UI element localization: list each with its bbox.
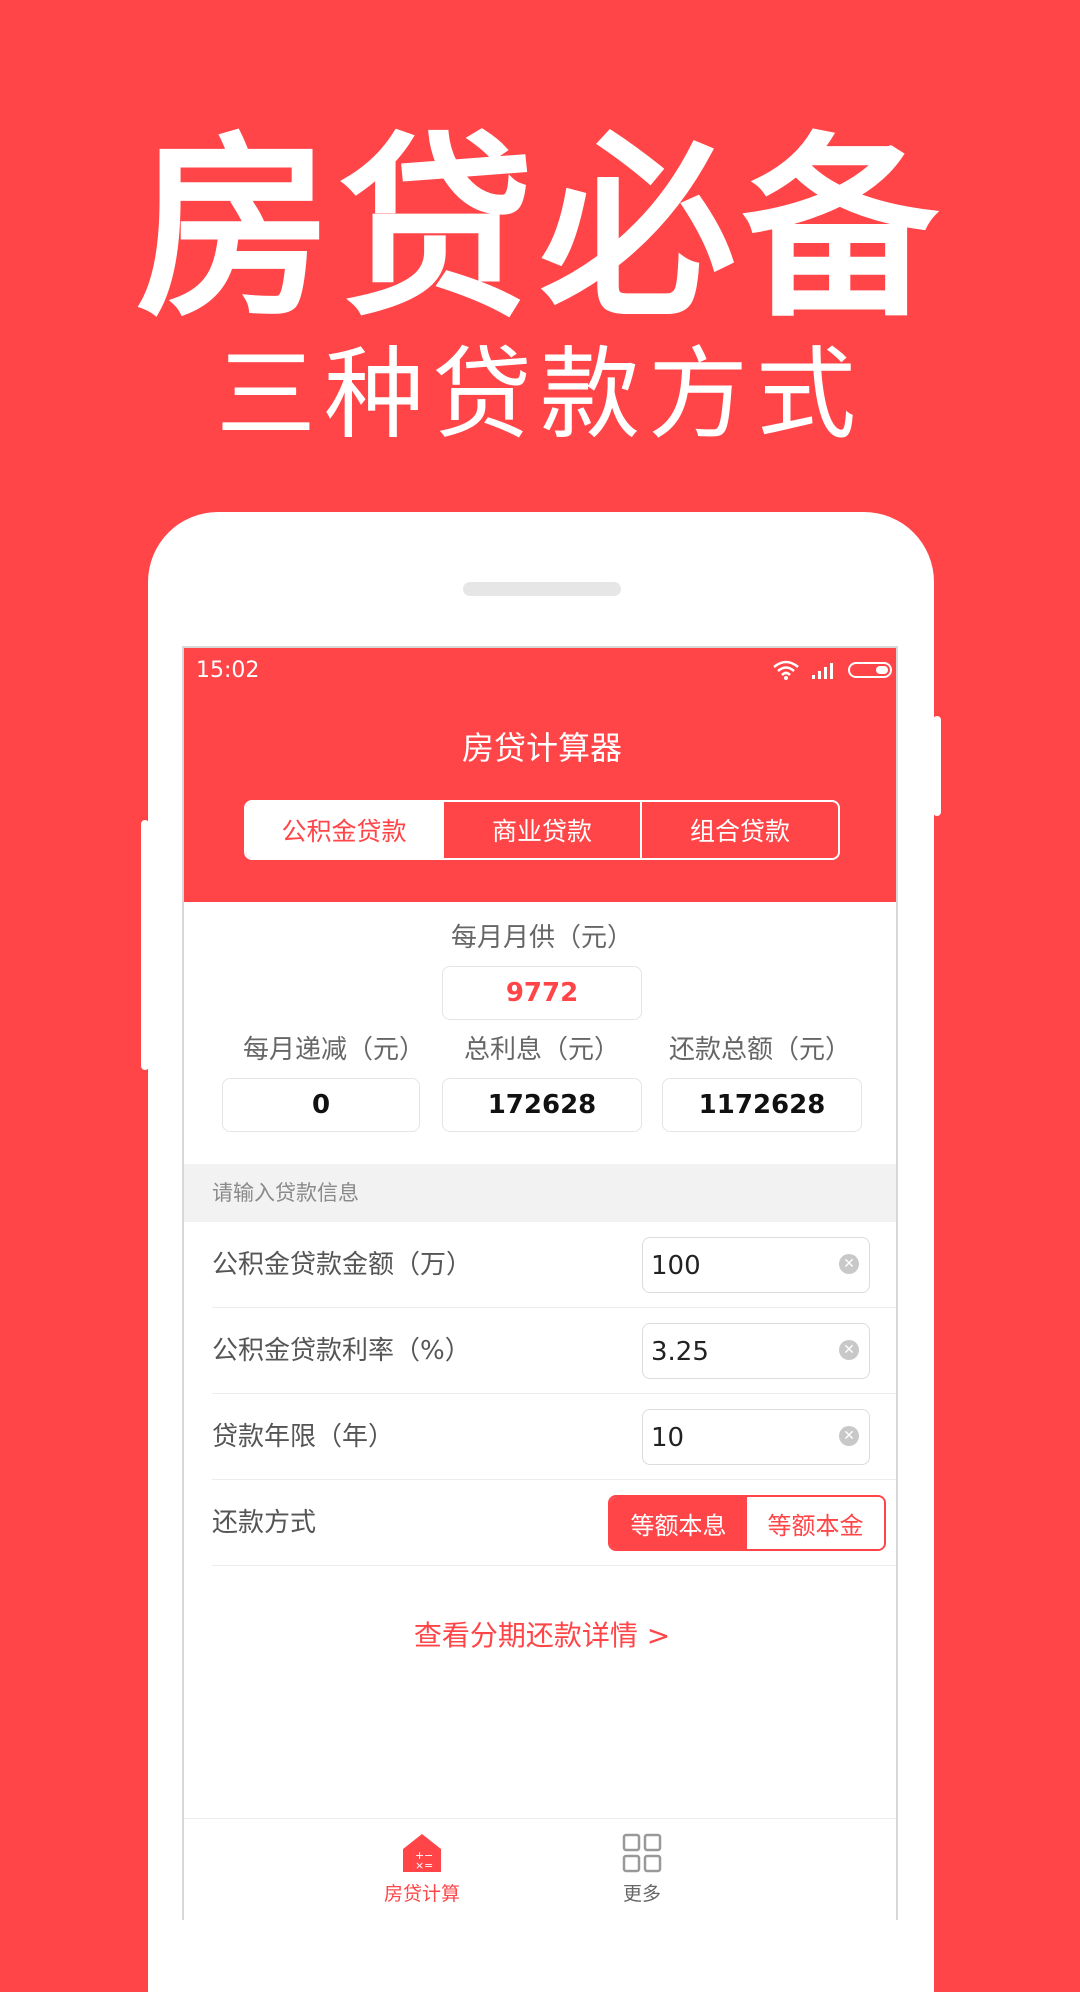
- loan-term-row: 贷款年限（年） ✕: [212, 1394, 896, 1480]
- wifi-icon: [773, 660, 799, 680]
- bottom-nav: + − × = 房贷计算 更多: [184, 1818, 896, 1920]
- tab-combined[interactable]: 组合贷款: [640, 802, 838, 858]
- app-title: 房贷计算器: [461, 729, 622, 767]
- nav-item-mortgage-calc[interactable]: + − × = 房贷计算: [322, 1831, 522, 1906]
- promo-title: 房贷必备: [135, 116, 944, 344]
- loan-info-section-header: 请输入贷款信息: [184, 1164, 896, 1222]
- method-equal-principal[interactable]: 等额本金: [747, 1497, 884, 1549]
- repayment-method-toggle: 等额本息 等额本金: [608, 1495, 886, 1551]
- battery-icon: [848, 662, 892, 678]
- status-icons: [772, 660, 892, 680]
- clear-icon[interactable]: ✕: [839, 1340, 859, 1360]
- total-interest-value: 172628: [442, 1078, 642, 1132]
- nav-label-mortgage-calc: 房贷计算: [383, 1883, 460, 1905]
- loan-rate-field: ✕: [642, 1323, 870, 1380]
- loan-term-field: ✕: [642, 1409, 870, 1466]
- tab-commercial[interactable]: 商业贷款: [442, 802, 640, 858]
- app-screen: 15:02 房贷计算器 公积金贷款 商业贷款 组合贷款 每月月供（元） 9772: [182, 646, 898, 1920]
- phone-side-button-right: [933, 716, 941, 816]
- clear-icon[interactable]: ✕: [839, 1254, 859, 1274]
- svg-text:×: ×: [415, 1859, 424, 1872]
- loan-term-input[interactable]: [643, 1410, 833, 1466]
- installment-detail-link[interactable]: 查看分期还款详情 >: [184, 1616, 896, 1656]
- nav-label-more: 更多: [622, 1883, 661, 1905]
- loan-amount-field: ✕: [642, 1237, 870, 1294]
- loan-amount-label: 公积金贷款金额（万）: [212, 1250, 473, 1280]
- loan-rate-label: 公积金贷款利率（%）: [212, 1336, 471, 1366]
- signal-icon: [812, 663, 833, 679]
- house-calculator-icon: + − × =: [403, 1834, 441, 1872]
- phone-speaker: [463, 582, 621, 596]
- loan-amount-input[interactable]: [643, 1238, 833, 1294]
- repayment-method-label: 还款方式: [212, 1508, 317, 1538]
- monthly-decrease-value: 0: [222, 1078, 420, 1132]
- method-equal-installment[interactable]: 等额本息: [610, 1497, 747, 1549]
- nav-item-more[interactable]: 更多: [542, 1831, 742, 1906]
- app-header: 15:02 房贷计算器 公积金贷款 商业贷款 组合贷款: [184, 648, 896, 902]
- total-repayment-value: 1172628: [662, 1078, 862, 1132]
- promo-subtitle: 三种贷款方式: [216, 336, 864, 453]
- status-time: 15:02: [196, 658, 260, 683]
- phone-side-button-left: [141, 820, 149, 1070]
- monthly-payment-label: 每月月供（元）: [450, 923, 633, 953]
- clear-icon[interactable]: ✕: [839, 1426, 859, 1446]
- loan-rate-input[interactable]: [643, 1324, 833, 1380]
- total-repayment-label: 还款总额（元）: [668, 1035, 851, 1065]
- tab-provident-fund[interactable]: 公积金贷款: [246, 802, 442, 858]
- repayment-method-row: 还款方式 等额本息 等额本金: [212, 1480, 896, 1566]
- loan-amount-row: 公积金贷款金额（万） ✕: [212, 1222, 896, 1308]
- svg-text:=: =: [424, 1859, 433, 1872]
- grid-icon: [622, 1833, 662, 1873]
- monthly-payment-value: 9772: [442, 966, 642, 1020]
- loan-rate-row: 公积金贷款利率（%） ✕: [212, 1308, 896, 1394]
- loan-type-tabs: 公积金贷款 商业贷款 组合贷款: [244, 800, 840, 860]
- loan-term-label: 贷款年限（年）: [212, 1422, 395, 1452]
